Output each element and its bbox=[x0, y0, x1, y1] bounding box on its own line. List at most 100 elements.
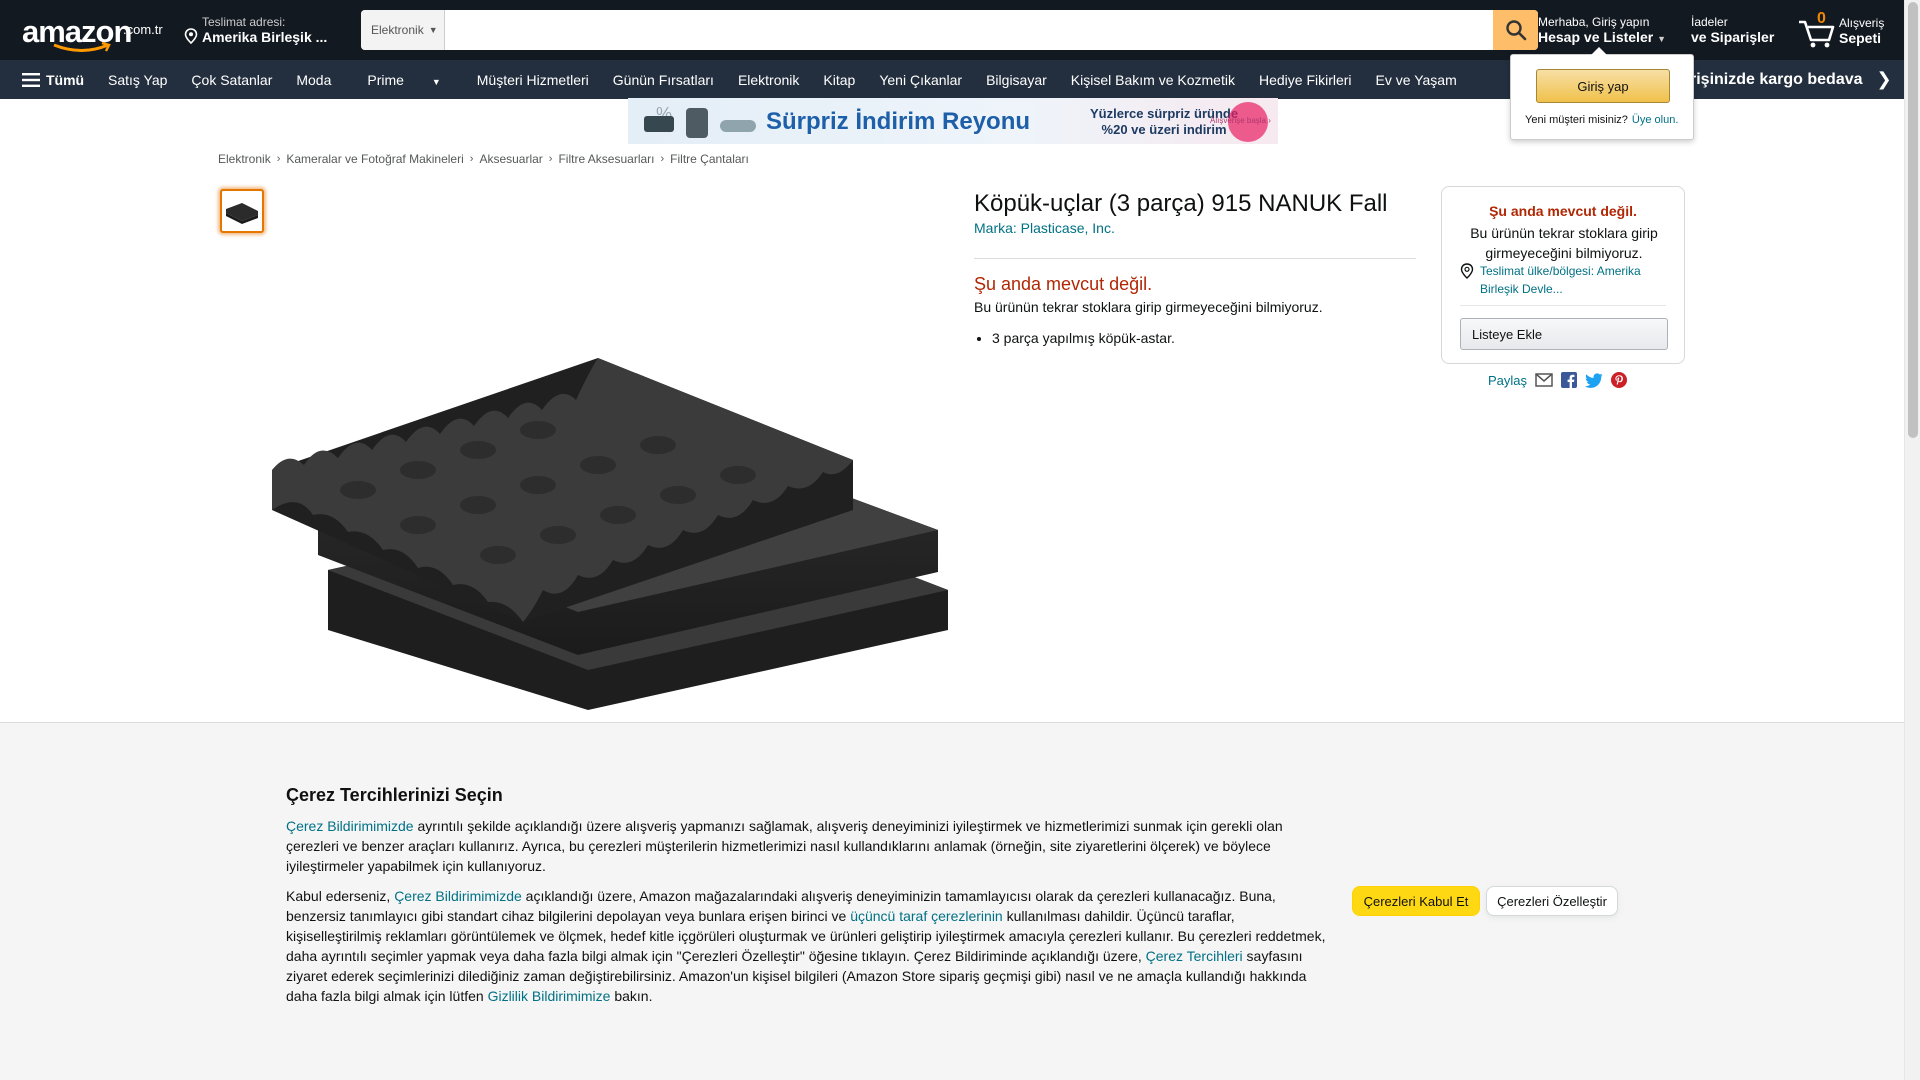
privacy-notice-link[interactable]: Gizlilik Bildirimimize bbox=[488, 988, 611, 1004]
breadcrumb-item[interactable]: Filtre Aksesuarları bbox=[558, 152, 654, 166]
third-party-cookies-link[interactable]: üçüncü taraf çerezlerinin bbox=[850, 908, 1003, 924]
orders-label: ve Siparişler bbox=[1691, 29, 1775, 45]
cart-label-bottom: Sepeti bbox=[1839, 30, 1882, 46]
cookie-paragraph-2: Kabul ederseniz, Çerez Bildirimimizde aç… bbox=[286, 886, 1331, 1006]
nav-link-bestsellers[interactable]: Çok Satanlar bbox=[179, 72, 284, 88]
chevron-right-icon: ❯ bbox=[1876, 69, 1892, 89]
signup-link[interactable]: Üye olun. bbox=[1632, 114, 1678, 126]
nav-link-computers[interactable]: Bilgisayar bbox=[974, 72, 1059, 88]
search-button[interactable] bbox=[1493, 10, 1538, 50]
new-customer-label: Yeni müşteri misiniz? bbox=[1525, 114, 1628, 126]
divider bbox=[974, 258, 1416, 259]
search-icon bbox=[1505, 20, 1526, 41]
breadcrumb-item[interactable]: Filtre Çantaları bbox=[670, 152, 749, 166]
signin-flyout: Giriş yap Yeni müşteri misiniz? Üye olun. bbox=[1510, 47, 1694, 140]
returns-orders[interactable]: İadeler ve Siparişler bbox=[1691, 15, 1774, 45]
facebook-icon[interactable] bbox=[1561, 372, 1578, 388]
feature-bullet: 3 parça yapılmış köpük-astar. bbox=[992, 330, 1175, 346]
caret-down-icon: ▼ bbox=[431, 76, 441, 87]
cookie-notice-link[interactable]: Çerez Bildirimimizde bbox=[394, 888, 522, 904]
nav-belt: amazon .com.tr Teslimat adresi: Amerika … bbox=[0, 0, 1904, 60]
nav-link-fashion[interactable]: Moda bbox=[284, 72, 343, 88]
promo-banner[interactable]: % Sürpriz İndirim Reyonu Yüzlerce sürpri… bbox=[628, 98, 1278, 144]
banner-product-image bbox=[644, 116, 674, 132]
free-shipping-promo[interactable]: rişinizde kargo bedava ❯ bbox=[1690, 60, 1892, 99]
breadcrumb-item[interactable]: Kameralar ve Fotoğraf Makineleri bbox=[286, 152, 463, 166]
account-menu[interactable]: Merhaba, Giriş yapın Hesap ve Listeler ▼ bbox=[1538, 15, 1666, 45]
breadcrumb-item[interactable]: Aksesuarlar bbox=[479, 152, 542, 166]
chevron-right-icon: › bbox=[469, 153, 474, 165]
banner-product-image bbox=[720, 120, 756, 132]
nav-link-prime-label: Prime bbox=[367, 71, 404, 88]
location-pin-icon bbox=[1460, 263, 1474, 279]
nav-link-home[interactable]: Ev ve Yaşam bbox=[1364, 72, 1469, 88]
email-icon[interactable] bbox=[1535, 373, 1553, 387]
product-thumbnail[interactable] bbox=[220, 189, 264, 233]
brand-link[interactable]: Marka: Plasticase, Inc. bbox=[974, 220, 1115, 236]
chevron-right-icon: › bbox=[660, 153, 665, 165]
share-row: Paylaş bbox=[1488, 372, 1628, 388]
signin-button[interactable]: Giriş yap bbox=[1536, 69, 1670, 103]
amazon-logo[interactable]: amazon .com.tr bbox=[22, 14, 167, 52]
chevron-right-icon: › bbox=[548, 153, 553, 165]
cookie-notice-link[interactable]: Çerez Bildirimimizde bbox=[286, 818, 414, 834]
caret-down-icon: ▼ bbox=[1657, 34, 1666, 44]
nav-link-books[interactable]: Kitap bbox=[811, 72, 867, 88]
chevron-right-icon: › bbox=[276, 153, 281, 165]
nav-link-new-releases[interactable]: Yeni Çıkanlar bbox=[867, 72, 974, 88]
product-image[interactable] bbox=[268, 340, 950, 712]
nav-link-beauty[interactable]: Kişisel Bakım ve Kozmetik bbox=[1059, 72, 1247, 88]
cookie-text: bakın. bbox=[610, 988, 653, 1004]
search-category-label: Elektronik bbox=[371, 23, 424, 37]
cart-button[interactable]: 0 Alışveriş Sepeti bbox=[1797, 10, 1897, 48]
search-bar: Elektronik ▼ bbox=[361, 10, 1538, 50]
nav-link-prime[interactable]: Prime ▼ bbox=[343, 72, 464, 88]
delivery-country-link[interactable]: Teslimat ülke/bölgesi: Amerika Birleşik … bbox=[1480, 262, 1670, 298]
nav-link-gift-ideas[interactable]: Hediye Fikirleri bbox=[1247, 72, 1364, 88]
delivery-location[interactable]: Teslimat adresi: Amerika Birleşik ... bbox=[184, 15, 327, 45]
nav-link-electronics[interactable]: Elektronik bbox=[726, 72, 811, 88]
share-link[interactable]: Paylaş bbox=[1488, 373, 1527, 388]
account-lists-label: Hesap ve Listeler bbox=[1538, 29, 1654, 45]
location-pin-icon bbox=[184, 28, 198, 44]
search-input[interactable] bbox=[445, 10, 1493, 50]
twitter-icon[interactable] bbox=[1585, 372, 1603, 388]
accept-cookies-button[interactable]: Çerezleri Kabul Et bbox=[1352, 886, 1480, 916]
customize-cookies-button[interactable]: Çerezleri Özelleştir bbox=[1486, 886, 1618, 916]
all-menu-label: Tümü bbox=[46, 71, 85, 88]
logo-tld: .com.tr bbox=[123, 22, 163, 37]
banner-cta: Alışverişe başla › bbox=[1210, 116, 1271, 125]
promo-text: rişinizde kargo bedava bbox=[1690, 70, 1863, 88]
cart-label-top: Alışveriş bbox=[1839, 16, 1885, 30]
foam-thumbnail-image bbox=[226, 203, 258, 224]
search-category-dropdown[interactable]: Elektronik ▼ bbox=[361, 10, 445, 50]
deliver-country: Amerika Birleşik ... bbox=[202, 29, 328, 45]
banner-headline: Sürpriz İndirim Reyonu bbox=[766, 108, 1031, 135]
cookie-consent-panel: Çerez Tercihlerinizi Seçin Çerez Bildiri… bbox=[0, 722, 1904, 1080]
availability-status: Şu anda mevcut değil. bbox=[974, 274, 1153, 294]
cart-count: 0 bbox=[1817, 10, 1826, 27]
breadcrumb-item[interactable]: Elektronik bbox=[218, 152, 271, 166]
add-to-list-button[interactable]: Listeye Ekle bbox=[1460, 318, 1668, 350]
product-title: Köpük-uçlar (3 parça) 915 NANUK Fall bbox=[974, 190, 1388, 217]
availability-note: Bu ürünün tekrar stoklara girip girmeyec… bbox=[974, 299, 1323, 315]
account-greeting: Merhaba, Giriş yapın bbox=[1538, 15, 1650, 29]
caret-down-icon: ▼ bbox=[428, 25, 438, 35]
hamburger-icon bbox=[22, 72, 40, 87]
divider bbox=[1460, 305, 1666, 306]
cookie-heading: Çerez Tercihlerinizi Seçin bbox=[286, 785, 503, 805]
pinterest-icon[interactable] bbox=[1611, 372, 1628, 388]
new-customer-prompt: Yeni müşteri misiniz? Üye olun. bbox=[1525, 114, 1678, 126]
page-scrollbar[interactable] bbox=[1904, 0, 1920, 1080]
nav-link-sell[interactable]: Satış Yap bbox=[96, 72, 179, 88]
nav-links: Satış Yap Çok Satanlar Moda Prime ▼ Müşt… bbox=[96, 60, 1469, 99]
buybox-availability: Şu anda mevcut değil. bbox=[1489, 203, 1637, 219]
all-menu-button[interactable]: Tümü bbox=[22, 60, 84, 99]
scrollbar-thumb[interactable] bbox=[1908, 2, 1918, 438]
nav-link-customer-service[interactable]: Müşteri Hizmetleri bbox=[465, 72, 601, 88]
breadcrumb: Elektronik › Kameralar ve Fotoğraf Makin… bbox=[218, 152, 749, 166]
returns-label: İadeler bbox=[1691, 15, 1728, 29]
cookie-preferences-link[interactable]: Çerez Tercihleri bbox=[1146, 948, 1243, 964]
nav-link-deals[interactable]: Günün Fırsatları bbox=[601, 72, 726, 88]
buybox-note: Bu ürünün tekrar stoklara girip girmeyec… bbox=[1470, 225, 1658, 261]
